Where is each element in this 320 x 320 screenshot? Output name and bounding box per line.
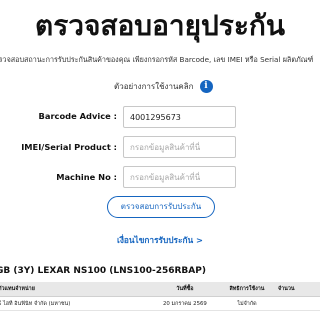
page-description: ตรวจสอบสถานะการรับประกันสินค้าของคุณ เพี…	[0, 55, 314, 64]
machine-no-input[interactable]	[123, 166, 236, 188]
product-name: GB (3Y) LEXAR NS100 (LNS100-256RBAP)	[0, 266, 206, 276]
column-header-dealer: ตัวแทนจำหน่าย	[0, 282, 152, 297]
page-title: ตรวจสอบอายุประกัน	[35, 9, 285, 42]
warranty-result-table: ตัวแทนจำหน่าย วันที่ซื้อ สิทธิการใช้งาน …	[0, 282, 320, 311]
check-warranty-button[interactable]: ตรวจสอบการรับประกัน	[107, 196, 215, 218]
example-usage-row[interactable]: ตัวอย่างการใช้งานคลิก i	[114, 78, 213, 94]
machine-no-label: Machine No :	[56, 172, 117, 182]
warranty-terms-link[interactable]: เงื่อนไขการรับประกัน >	[0, 233, 320, 247]
example-usage-link[interactable]: ตัวอย่างการใช้งานคลิก	[114, 80, 194, 93]
imei-serial-input[interactable]	[123, 136, 236, 158]
barcode-label: Barcode Advice :	[38, 111, 117, 121]
column-header-usage-rights: สิทธิการใช้งาน	[217, 282, 276, 297]
imei-serial-label: IMEI/Serial Product :	[21, 142, 117, 152]
table-cell-usage-rights: ไม่จำกัด	[217, 296, 276, 311]
info-icon[interactable]: i	[199, 79, 213, 93]
table-cell-dealer: ธ์ ไฮที อินฟินิท จำกัด (มหาชน)	[0, 296, 152, 311]
column-header-purchase-date: วันที่ซื้อ	[151, 282, 218, 297]
table-header-row: ตัวแทนจำหน่าย วันที่ซื้อ สิทธิการใช้งาน …	[0, 282, 320, 297]
table-cell-purchase-date: 20 มกราคม 2569	[151, 296, 218, 311]
table-cell-quantity	[276, 296, 320, 311]
table-row: ธ์ ไฮที อินฟินิท จำกัด (มหาชน) 20 มกราคม…	[0, 296, 320, 311]
column-header-quantity: จำนวน	[276, 282, 320, 297]
barcode-input[interactable]	[123, 106, 236, 128]
